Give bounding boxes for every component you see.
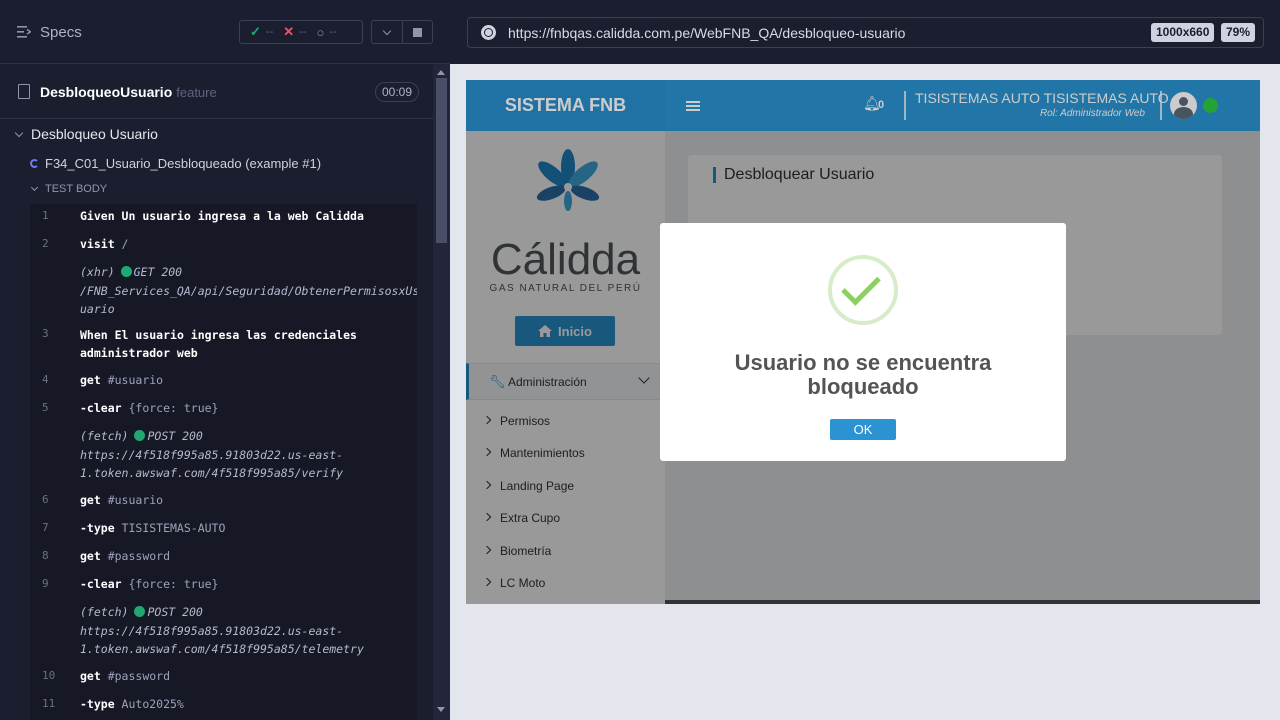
command-number: 4 [42,373,49,386]
command-name: get [80,493,101,507]
ok-button[interactable]: OK [830,419,896,440]
check-mark [841,266,881,306]
command-name: get [80,549,101,563]
duration-badge: 00:09 [375,82,420,102]
command-number: 5 [42,401,49,414]
stop-icon [412,27,422,37]
request-url: https://4f518f995a85.91803d22.us-east-1.… [80,623,364,657]
command-name: get [80,669,101,683]
passed-count: -- [265,26,274,38]
failed-stat: ✕ -- [283,24,306,40]
spec-file-label: DesbloqueoUsuario [40,84,173,100]
failed-count: -- [299,26,307,38]
url-text[interactable]: https://fnbqas.calidda.com.pe/WebFNB_QA/… [508,25,905,41]
command-arg: #password [100,549,171,563]
collapse-button[interactable] [372,21,402,43]
command-log-scrollbar[interactable] [433,64,450,720]
specs-list-icon[interactable] [17,26,31,38]
zoom-badge: 79% [1221,23,1256,42]
request-method: GET 200 [133,265,183,279]
command-number: 10 [42,669,56,682]
command-arg: Un usuario ingresa a la web Calidda [114,209,364,223]
x-icon: ✕ [283,24,295,39]
command-arg: Auto2025% [114,697,184,711]
request-url: https://4f518f995a85.91803d22.us-east-1.… [80,447,344,481]
passed-stat: ✓ -- [250,24,273,40]
command-number: 11 [42,697,56,710]
command-name: -type [80,521,115,535]
command-name: Given [80,209,115,223]
check-icon: ✓ [250,24,261,39]
globe-icon [481,25,496,40]
modal-backdrop-header [466,80,1260,131]
test-body-label: TEST BODY [45,183,108,195]
runner-controls [371,20,433,44]
running-spinner-icon [30,159,39,168]
command-number: 8 [42,549,49,562]
test-stats: ✓ -- ✕ -- ○ -- [239,20,363,44]
test-body-header[interactable]: TEST BODY [30,183,108,195]
stop-button[interactable] [401,21,433,43]
scroll-up-icon[interactable] [437,70,445,75]
command-name: visit [80,237,115,251]
modal-backdrop-sidebar [466,131,665,604]
command-arg: {force: true} [121,577,219,591]
status-dot-icon [134,606,146,617]
command-name: -clear [80,577,122,591]
request-method: POST 200 [147,429,203,443]
spec-file-ext: feature [176,85,217,100]
request-method: POST 200 [147,605,203,619]
command-number: 3 [42,327,49,340]
spec-file-name[interactable]: DesbloqueoUsuario feature [40,84,217,100]
pending-stat: ○ -- [316,25,336,40]
command-number: 1 [42,209,49,222]
command-log-panel: Specs ✓ -- ✕ -- ○ -- DesbloqueoUsuario fe… [0,0,450,720]
test-title-label: F34_C01_Usuario_Desbloqueado (example #1… [45,156,322,171]
success-check-icon [828,255,898,325]
command-arg: TISISTEMAS-AUTO [114,521,226,535]
viewport-size-badge[interactable]: 1000x660 [1151,23,1215,42]
command-arg: #password [100,669,171,683]
command-arg: / [114,237,129,251]
command-arg: {force: true} [121,401,219,415]
footer-bar [665,600,1260,604]
specs-label[interactable]: Specs [40,24,82,41]
command-arg: El usuario ingresa las credenciales admi… [80,328,357,360]
pending-count: -- [329,26,337,38]
suite-title[interactable]: Desbloqueo Usuario [14,126,158,142]
command-number: 6 [42,493,49,506]
status-dot-icon [134,430,146,441]
command-arg: #usuario [100,373,164,387]
document-icon [18,84,30,99]
command-name: -type [80,697,115,711]
command-name: When [80,328,108,342]
status-dot-icon [120,266,132,277]
scroll-thumb[interactable] [436,78,447,243]
pending-icon: ○ [316,24,325,40]
command-list: 1 Given Un usuario ingresa a la web Cali… [30,204,417,720]
request-kind: (xhr) [80,265,115,279]
request-kind: (fetch) [80,605,129,619]
command-arg: #usuario [100,493,164,507]
test-title[interactable]: F34_C01_Usuario_Desbloqueado (example #1… [30,156,321,171]
command-number: 7 [42,521,49,534]
request-kind: (fetch) [80,429,129,443]
chevron-down-icon [14,128,24,137]
command-name: -clear [80,401,122,415]
modal-message: Usuario no se encuentra bloqueado [734,350,992,399]
command-number: 9 [42,577,49,590]
scroll-down-icon[interactable] [437,707,445,712]
request-url: /FNB_Services_QA/api/Seguridad/ObtenerPe… [80,283,417,317]
alert-modal: Usuario no se encuentra bloqueado OK [660,223,1066,461]
command-name: get [80,373,101,387]
suite-label: Desbloqueo Usuario [31,126,158,142]
chevron-down-icon [382,26,391,35]
command-number: 2 [42,237,49,250]
chevron-down-icon [30,183,39,192]
